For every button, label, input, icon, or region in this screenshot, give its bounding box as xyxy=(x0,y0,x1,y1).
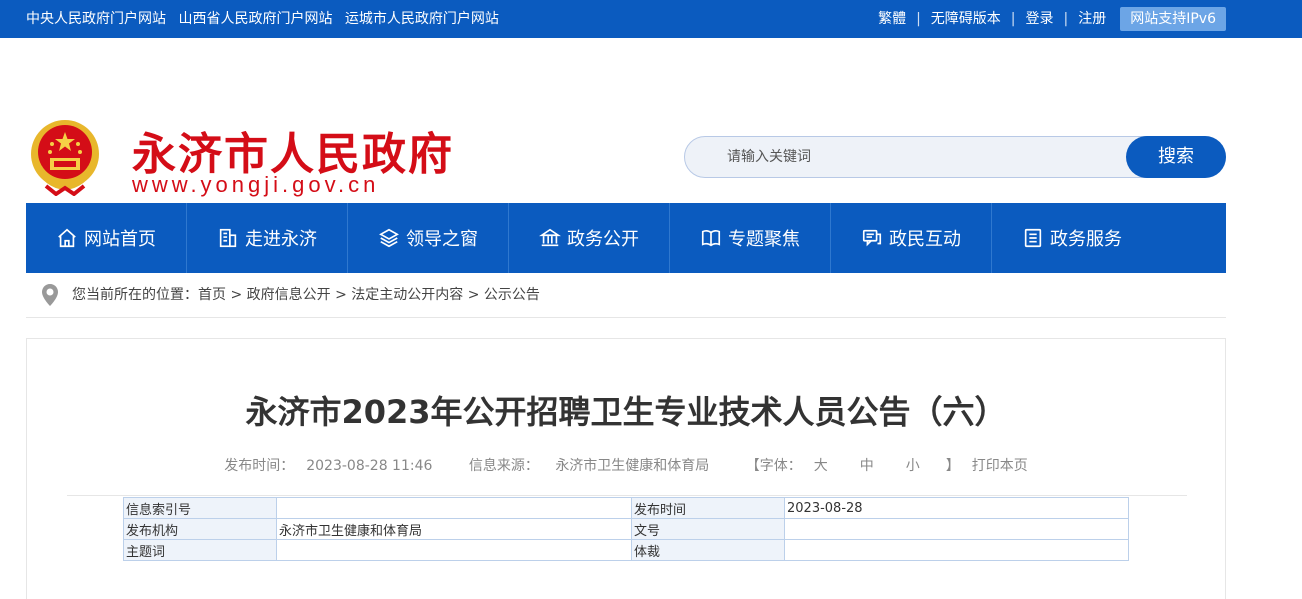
article-panel: 永济市2023年公开招聘卫生专业技术人员公告（六） 发布时间： 2023-08-2… xyxy=(26,338,1226,599)
table-value xyxy=(276,539,632,561)
layers-icon xyxy=(379,228,399,248)
divider: | xyxy=(1010,11,1016,27)
table-label: 发布时间 xyxy=(631,497,785,519)
nav-item-services[interactable]: 政务服务 xyxy=(992,203,1152,273)
breadcrumb-gov-info[interactable]: 政府信息公开 xyxy=(247,287,331,303)
table-label: 发布机构 xyxy=(123,518,277,540)
meta-divider xyxy=(67,495,1187,496)
font-medium-button[interactable]: 中 xyxy=(860,458,874,474)
table-label: 文号 xyxy=(631,518,785,540)
publish-time: 2023-08-28 11:46 xyxy=(306,458,433,474)
table-row: 主题词 体裁 xyxy=(123,539,1129,561)
accessible-version-link[interactable]: 无障碍版本 xyxy=(931,0,1001,38)
font-size-close: 】 xyxy=(945,458,960,474)
nav-item-interaction[interactable]: 政民互动 xyxy=(831,203,992,273)
breadcrumb-statutory[interactable]: 法定主动公开内容 xyxy=(351,287,463,303)
nav-label: 走进永济 xyxy=(245,229,317,250)
table-row: 信息索引号 发布时间 2023-08-28 xyxy=(123,497,1129,519)
home-icon xyxy=(58,228,76,248)
font-large-button[interactable]: 大 xyxy=(814,458,828,474)
table-label: 信息索引号 xyxy=(123,497,277,519)
breadcrumb: 您当前所在的位置：首页 > 政府信息公开 > 法定主动公开内容 > 公示公告 xyxy=(26,273,1226,318)
bank-icon xyxy=(539,228,561,247)
nav-label: 领导之窗 xyxy=(406,229,478,250)
table-label: 体裁 xyxy=(631,539,785,561)
breadcrumb-prefix: 您当前所在的位置： xyxy=(72,287,198,303)
nav-item-leaders[interactable]: 领导之窗 xyxy=(348,203,509,273)
source-label: 信息来源： xyxy=(468,458,539,474)
nav-label: 政务服务 xyxy=(1050,229,1122,250)
nav-item-home[interactable]: 网站首页 xyxy=(26,203,187,273)
nav-label: 政务公开 xyxy=(567,229,639,250)
link-shanxi-gov[interactable]: 山西省人民政府门户网站 xyxy=(178,11,332,27)
table-value xyxy=(784,539,1129,561)
breadcrumb-home[interactable]: 首页 xyxy=(198,287,226,303)
ipv6-badge: 网站支持IPv6 xyxy=(1120,7,1226,31)
search-box: 请输入关键词 搜索 xyxy=(684,136,1226,178)
chat-icon xyxy=(862,229,882,247)
table-value xyxy=(276,497,632,519)
font-size-label: 【字体： xyxy=(745,458,802,474)
source: 永济市卫生健康和体育局 xyxy=(555,458,710,474)
nav-item-about[interactable]: 走进永济 xyxy=(187,203,348,273)
register-link[interactable]: 注册 xyxy=(1078,0,1106,38)
print-button[interactable]: 打印本页 xyxy=(972,458,1028,474)
breadcrumb-separator: > xyxy=(226,287,247,303)
table-value: 永济市卫生健康和体育局 xyxy=(276,518,632,540)
nav-item-topics[interactable]: 专题聚焦 xyxy=(670,203,831,273)
list-icon xyxy=(1024,228,1042,248)
top-right-links: 繁體 | 无障碍版本 | 登录 | 注册 网站支持IPv6 xyxy=(878,0,1226,38)
site-url: www.yongji.gov.cn xyxy=(132,172,380,197)
nav-label: 网站首页 xyxy=(84,229,156,250)
publish-time-label: 发布时间： xyxy=(224,458,295,474)
nav-label: 政民互动 xyxy=(889,229,961,250)
login-link[interactable]: 登录 xyxy=(1026,0,1054,38)
traditional-chinese-link[interactable]: 繁體 xyxy=(878,0,906,38)
article-meta: 发布时间： 2023-08-28 11:46 信息来源： 永济市卫生健康和体育局 … xyxy=(27,455,1225,475)
main-nav: 网站首页 走进永济 领导之窗 政务公开 专题聚焦 政民互动 政务服务 xyxy=(26,203,1226,273)
article-title: 永济市2023年公开招聘卫生专业技术人员公告（六） xyxy=(245,393,1007,431)
building-icon xyxy=(219,228,237,248)
table-value: 2023-08-28 xyxy=(784,497,1129,519)
nav-label: 专题聚焦 xyxy=(728,229,800,250)
table-value xyxy=(784,518,1129,540)
national-emblem-icon xyxy=(31,120,99,196)
info-table: 信息索引号 发布时间 2023-08-28 发布机构 永济市卫生健康和体育局 文… xyxy=(123,497,1129,561)
breadcrumb-separator: > xyxy=(330,287,352,303)
font-small-button[interactable]: 小 xyxy=(906,458,920,474)
external-links: 中央人民政府门户网站 山西省人民政府门户网站 运城市人民政府门户网站 xyxy=(26,0,507,38)
table-row: 发布机构 永济市卫生健康和体育局 文号 xyxy=(123,518,1129,540)
nav-item-gov-affairs[interactable]: 政务公开 xyxy=(509,203,670,273)
breadcrumb-separator: > xyxy=(463,287,484,303)
link-yuncheng-gov[interactable]: 运城市人民政府门户网站 xyxy=(345,11,499,27)
breadcrumb-notices[interactable]: 公示公告 xyxy=(484,287,540,303)
location-pin-icon xyxy=(42,284,58,306)
link-central-gov[interactable]: 中央人民政府门户网站 xyxy=(26,11,166,27)
top-bar: 中央人民政府门户网站 山西省人民政府门户网站 运城市人民政府门户网站 繁體 | … xyxy=(0,0,1302,38)
divider: | xyxy=(1063,11,1069,27)
search-input[interactable]: 请输入关键词 xyxy=(727,137,811,177)
search-button[interactable]: 搜索 xyxy=(1126,136,1226,178)
book-icon xyxy=(701,230,721,247)
divider: | xyxy=(916,11,921,27)
table-label: 主题词 xyxy=(123,539,277,561)
site-header: 永济市人民政府 www.yongji.gov.cn 请输入关键词 搜索 xyxy=(0,38,1302,203)
